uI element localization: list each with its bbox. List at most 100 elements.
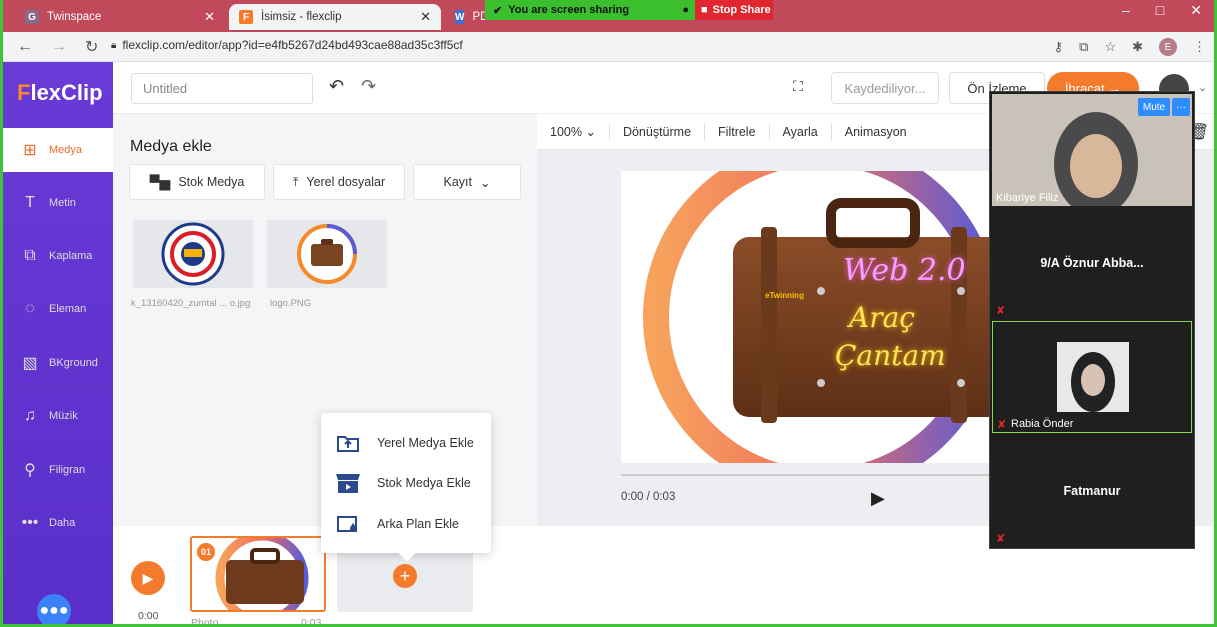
menu-item-label: Arka Plan Ekle bbox=[377, 517, 459, 531]
timeline-play-button[interactable]: ▶ bbox=[131, 561, 165, 595]
animation-button[interactable]: Animasyon bbox=[832, 124, 920, 140]
stop-share-label: Stop Share bbox=[712, 4, 771, 16]
participant-tile-oznur[interactable]: 9/A Öznur Abba... ✘ bbox=[992, 208, 1192, 320]
close-tab-icon[interactable]: ✕ bbox=[204, 9, 215, 25]
sidebar-item-daha[interactable]: ••• Daha bbox=[3, 501, 113, 545]
menu-item-label: Stok Medya Ekle bbox=[377, 476, 471, 490]
sidebar-item-eleman[interactable]: ◌ Eleman bbox=[3, 287, 113, 331]
redo-icon[interactable]: ↷ bbox=[361, 76, 376, 97]
sidebar-item-label: Kaplama bbox=[49, 250, 93, 262]
tab-pd[interactable]: W PD bbox=[445, 4, 488, 30]
chevron-down-icon[interactable]: ⌄ bbox=[1198, 81, 1207, 94]
sidebar-item-filigran[interactable]: ⚲ Filigran bbox=[3, 448, 113, 492]
zoom-dropdown[interactable]: 100% ⌄ bbox=[537, 123, 610, 140]
maximize-icon[interactable]: □ bbox=[1156, 2, 1164, 19]
close-tab-icon[interactable]: ✕ bbox=[420, 9, 431, 25]
store-icon bbox=[335, 472, 361, 494]
tab-twinspace[interactable]: G Twinspace ✕ bbox=[15, 4, 225, 30]
bag-logo-image bbox=[297, 224, 357, 284]
button-label: Yerel dosyalar bbox=[306, 175, 386, 189]
sidebar-item-label: Daha bbox=[49, 517, 76, 529]
thumbnail-caption: k_13160420_zumtal ... o.jpg bbox=[131, 298, 251, 309]
window-controls: – □ ✕ bbox=[1122, 2, 1202, 19]
store-icon: ▀▅ bbox=[149, 173, 171, 190]
project-title-input[interactable]: Untitled bbox=[131, 73, 313, 104]
sidebar-item-muzik[interactable]: ♫ Müzik bbox=[3, 394, 113, 438]
tab-label: Twinspace bbox=[47, 11, 102, 23]
stock-media-button[interactable]: ▀▅ Stok Medya bbox=[129, 164, 265, 200]
reload-icon[interactable]: ↻ bbox=[85, 37, 98, 57]
profile-avatar[interactable]: E bbox=[1159, 38, 1177, 56]
background-icon: ▧ bbox=[22, 355, 38, 372]
element-icon: ◌ bbox=[25, 300, 35, 317]
timeline-clip[interactable]: 01 bbox=[190, 536, 326, 612]
chat-icon: ●●● bbox=[39, 602, 69, 619]
sidebar: FlexClip ⊞ Medya T Metin ⧉ Kaplama ◌ Ele… bbox=[3, 62, 113, 624]
adjust-button[interactable]: Ayarla bbox=[770, 123, 832, 140]
sidebar-item-medya[interactable]: ⊞ Medya bbox=[3, 128, 113, 172]
minimize-icon[interactable]: – bbox=[1122, 2, 1130, 19]
sidebar-item-metin[interactable]: T Metin bbox=[3, 181, 113, 225]
participant-tile-rabia[interactable]: ✘ Rabia Önder bbox=[992, 321, 1192, 433]
video-canvas[interactable]: Web 2.0 Araç Çantam eTwinning bbox=[621, 171, 1011, 463]
translate-icon[interactable]: ⧉ bbox=[1079, 39, 1088, 55]
sidebar-item-bkground[interactable]: ▧ BKground bbox=[3, 341, 113, 385]
close-window-icon[interactable]: ✕ bbox=[1190, 2, 1202, 19]
browser-menu-icon[interactable]: ⋮ bbox=[1193, 39, 1206, 55]
add-media-popup: Yerel Medya Ekle Stok Medya Ekle Arka Pl… bbox=[321, 413, 491, 562]
star-icon[interactable]: ☆ bbox=[1104, 39, 1116, 55]
record-dropdown[interactable]: Kayıt ⌄ bbox=[413, 164, 521, 200]
canvas-title-line3: Çantam bbox=[835, 339, 946, 372]
sidebar-item-label: Medya bbox=[49, 144, 83, 156]
background-fill-icon bbox=[335, 513, 361, 535]
clip-number-badge: 01 bbox=[197, 543, 215, 561]
transform-button[interactable]: Dönüştürme bbox=[610, 123, 706, 140]
menu-item-stock-media[interactable]: Stok Medya Ekle bbox=[335, 468, 471, 498]
filter-button[interactable]: Filtrele bbox=[705, 123, 770, 140]
sidebar-item-kaplama[interactable]: ⧉ Kaplama bbox=[3, 234, 113, 278]
saving-status: Kaydediliyor... bbox=[831, 72, 939, 104]
participant-tile-kibariye[interactable]: Mute ··· Kibariye Filiz bbox=[992, 94, 1192, 216]
browser-tab-strip: G Twinspace ✕ F İsimsiz - flexclip ✕ W P… bbox=[3, 0, 1214, 32]
upload-icon: ⤒ bbox=[292, 174, 299, 189]
screen-share-bar: ✔ You are screen sharing ● ■ Stop Share bbox=[485, 0, 773, 20]
participant-name: 9/A Öznur Abba... bbox=[1040, 256, 1144, 270]
key-icon[interactable]: ⚷ bbox=[1054, 39, 1064, 55]
media-thumbnail-logo[interactable] bbox=[267, 220, 387, 288]
tab-flexclip[interactable]: F İsimsiz - flexclip ✕ bbox=[229, 4, 441, 30]
share-status-icon: ✔ bbox=[493, 4, 503, 17]
sidebar-item-label: Eleman bbox=[49, 303, 87, 315]
more-options-button[interactable]: ··· bbox=[1172, 98, 1190, 116]
playback-progress-bar[interactable] bbox=[621, 474, 1001, 476]
add-clip-button[interactable]: + bbox=[393, 564, 417, 588]
address-bar: ← → ↻ 🔒︎ flexclip.com/editor/app?id=e4fb… bbox=[3, 32, 1214, 62]
url-field[interactable]: 🔒︎ flexclip.com/editor/app?id=e4fb5267d2… bbox=[111, 38, 463, 52]
mic-muted-icon: ✘ bbox=[997, 419, 1007, 431]
play-icon: ▶ bbox=[142, 569, 154, 586]
overlay-icon: ⧉ bbox=[24, 247, 36, 264]
play-icon[interactable]: ▶ bbox=[871, 488, 885, 509]
text-icon: T bbox=[25, 194, 35, 211]
flexclip-favicon-icon: F bbox=[239, 10, 253, 24]
stop-share-button[interactable]: ■ Stop Share bbox=[695, 0, 773, 20]
forward-icon[interactable]: → bbox=[51, 38, 67, 56]
fullscreen-icon[interactable]: ⛶ bbox=[793, 78, 803, 95]
local-files-button[interactable]: ⤒ Yerel dosyalar bbox=[273, 164, 405, 200]
watermark-icon: ⚲ bbox=[24, 462, 36, 479]
undo-icon[interactable]: ↶ bbox=[329, 76, 344, 97]
media-thumbnail-school-logo[interactable] bbox=[133, 220, 253, 288]
clip-duration: 0:03 bbox=[301, 617, 322, 627]
menu-item-local-media[interactable]: Yerel Medya Ekle bbox=[335, 428, 474, 458]
thumbnail-caption: logo.PNG bbox=[270, 298, 312, 309]
mute-button[interactable]: Mute bbox=[1138, 98, 1170, 116]
lock-icon: 🔒︎ bbox=[111, 39, 117, 51]
extensions-icon[interactable]: ✱ bbox=[1132, 39, 1143, 55]
sidebar-item-label: BKground bbox=[49, 357, 98, 369]
media-icon: ⊞ bbox=[23, 142, 37, 159]
shield-icon: ● bbox=[682, 4, 689, 16]
chat-button[interactable]: ●●● bbox=[37, 594, 71, 624]
participant-tile-fatmanur[interactable]: Fatmanur ✘ bbox=[992, 436, 1192, 548]
more-icon: ••• bbox=[21, 514, 39, 531]
back-icon[interactable]: ← bbox=[17, 38, 33, 56]
menu-item-background[interactable]: Arka Plan Ekle bbox=[335, 509, 459, 539]
